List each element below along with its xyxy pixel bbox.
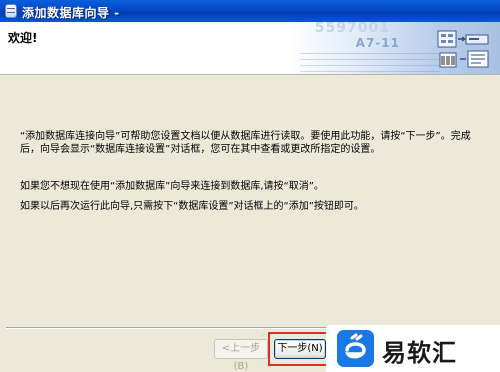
- banner-heading: 欢迎!: [8, 31, 38, 45]
- cancel-hint-paragraph: 如果您不想现在使用“添加数据库”向导来连接到数据库,请按“取消”。: [20, 181, 324, 192]
- wizard-banner: 欢迎! 5597001 A7-11: [0, 22, 500, 75]
- banner-art-number-1: 5597001: [314, 22, 390, 36]
- intro-paragraph: “添加数据库连接向导”可帮助您设置文档以便从数据库进行读取。要使用此功能，请按“…: [20, 131, 471, 155]
- database-icon: [5, 4, 17, 18]
- next-button-highlight: [268, 332, 332, 366]
- title-bar[interactable]: 添加数据库向导 -: [0, 0, 500, 22]
- banner-art-lines: [300, 52, 440, 72]
- banner-art-number-2: A7-11: [355, 36, 400, 50]
- watermark: 易软汇: [326, 325, 500, 372]
- banner-graphic: 5597001 A7-11: [290, 22, 500, 74]
- rerun-hint-paragraph: 如果以后再次运行此向导,只需按下“数据库设置”对话框上的“添加”按钮即可。: [20, 201, 364, 212]
- window-title: 添加数据库向导 -: [22, 6, 120, 20]
- watermark-logo-icon: [337, 330, 374, 367]
- wizard-window: 添加数据库向导 - 欢迎! 5597001 A7-11 “添加数据库连接向导”可…: [0, 0, 500, 372]
- watermark-text: 易软汇: [382, 339, 457, 367]
- back-button[interactable]: <上一步(B): [214, 339, 268, 372]
- database-connection-icon: [437, 30, 489, 68]
